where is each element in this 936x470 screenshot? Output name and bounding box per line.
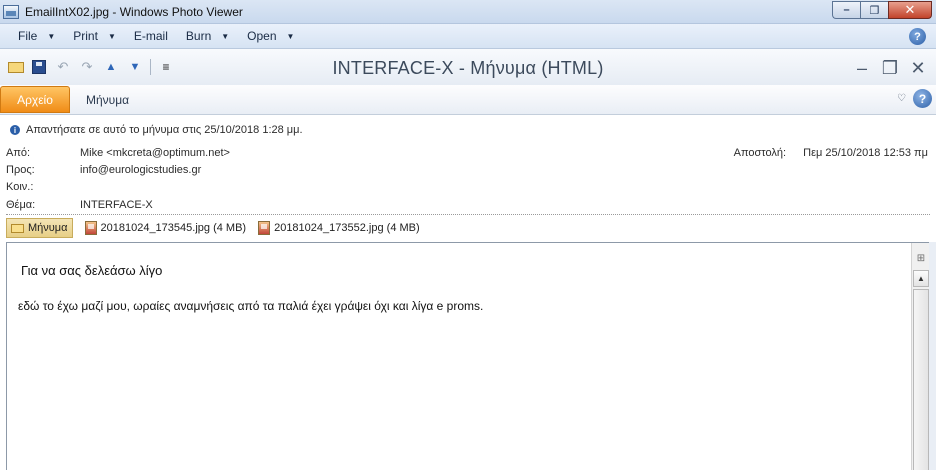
- minimize-icon[interactable]: –: [848, 56, 876, 80]
- envelope-icon: [11, 223, 24, 233]
- message-body[interactable]: Για να σας δελεάσω λίγο εδώ το έχω μαζί …: [6, 242, 929, 470]
- expand-ribbon-icon[interactable]: ♡: [897, 93, 906, 104]
- message-chip[interactable]: Μήνυμα: [6, 218, 73, 238]
- message-chip-label: Μήνυμα: [28, 222, 68, 234]
- menu-open-label: Open: [247, 29, 277, 43]
- vertical-scrollbar[interactable]: ⊞ ▲: [911, 243, 929, 470]
- menu-email-label: E-mail: [133, 29, 168, 43]
- to-label: Προς:: [6, 164, 35, 176]
- info-icon: i: [10, 125, 20, 135]
- sent-info: Αποστολή: Πεμ 25/10/2018 12:53 πμ: [734, 147, 928, 159]
- scroll-up-arrow-icon[interactable]: ▲: [913, 270, 929, 287]
- message-window-controls: – ❐ ✕: [848, 56, 932, 80]
- scrollbar-thumb[interactable]: [913, 289, 929, 470]
- subject-value: INTERFACE-X: [80, 199, 153, 211]
- image-file-icon: [258, 221, 271, 235]
- from-value[interactable]: Mike <mkcreta@optimum.net>: [80, 147, 230, 159]
- chevron-down-icon: ▼: [286, 31, 295, 41]
- attachment-size: (4 MB): [386, 222, 420, 234]
- menu-burn[interactable]: Burn ▼: [176, 24, 237, 49]
- minimize-button[interactable]: –: [832, 1, 860, 19]
- reply-info-text: Απαντήσατε σε αυτό το μήνυμα στις 25/10/…: [26, 124, 303, 136]
- chevron-down-icon: ▼: [107, 31, 116, 41]
- cc-label: Κοιν.:: [6, 181, 34, 193]
- sent-value: Πεμ 25/10/2018 12:53 πμ: [803, 147, 928, 159]
- chevron-down-icon: ▼: [221, 31, 230, 41]
- body-text-line: Για να σας δελεάσω λίγο: [21, 263, 163, 278]
- help-icon[interactable]: ?: [913, 89, 932, 108]
- viewer-menu-bar: File ▼ Print ▼ E-mail Burn ▼ Open ▼ ?: [0, 24, 936, 49]
- attachment-item[interactable]: 20181024_173552.jpg (4 MB): [258, 218, 420, 238]
- header-divider: [6, 214, 930, 215]
- body-text-line: εδώ το έχω μαζί μου, ωραίες αναμνήσεις α…: [18, 299, 484, 313]
- attachment-item[interactable]: 20181024_173545.jpg (4 MB): [84, 218, 247, 238]
- close-icon[interactable]: ✕: [904, 56, 932, 80]
- menu-print-label: Print: [73, 29, 98, 43]
- from-label: Από:: [6, 147, 31, 159]
- tab-file[interactable]: Αρχείο: [0, 86, 70, 113]
- ruler-icon[interactable]: ⊞: [913, 251, 929, 265]
- tab-message[interactable]: Μήνυμα: [86, 93, 129, 107]
- ribbon-bar: Αρχείο Μήνυμα ♡ ?: [0, 85, 936, 115]
- help-icon[interactable]: ?: [909, 28, 926, 45]
- to-value[interactable]: info@eurologicstudies.gr: [80, 164, 201, 176]
- attachment-bar: Μήνυμα 20181024_173545.jpg (4 MB) 201810…: [6, 217, 432, 239]
- subject-label: Θέμα:: [6, 199, 36, 211]
- menu-open[interactable]: Open ▼: [237, 24, 302, 49]
- sent-label: Αποστολή:: [733, 147, 787, 159]
- window-title: EmailIntX02.jpg - Windows Photo Viewer: [25, 4, 243, 19]
- reply-info-bar: i Απαντήσατε σε αυτό το μήνυμα στις 25/1…: [10, 124, 303, 136]
- menu-file[interactable]: File ▼: [0, 24, 63, 49]
- photo-viewer-icon: [3, 4, 19, 19]
- maximize-button[interactable]: ❐: [860, 1, 888, 19]
- menu-burn-label: Burn: [185, 29, 212, 43]
- window-edge: [929, 242, 936, 470]
- chevron-down-icon: ▼: [47, 31, 56, 41]
- menu-email[interactable]: E-mail: [124, 24, 176, 49]
- image-file-icon: [84, 221, 97, 235]
- attachment-size: (4 MB): [213, 222, 247, 234]
- menu-print[interactable]: Print ▼: [63, 24, 124, 49]
- close-button[interactable]: ✕: [888, 1, 932, 19]
- menu-file-label: File: [18, 29, 38, 43]
- attachment-name: 20181024_173545.jpg: [100, 222, 211, 234]
- restore-icon[interactable]: ❐: [876, 56, 904, 80]
- message-window-title: INTERFACE-X - Μήνυμα (HTML): [332, 58, 604, 78]
- attachment-name: 20181024_173552.jpg: [274, 222, 384, 234]
- title-bar: EmailIntX02.jpg - Windows Photo Viewer –…: [0, 0, 936, 24]
- window-controls: – ❐ ✕: [832, 1, 932, 19]
- message-header: i Απαντήσατε σε αυτό το μήνυμα στις 25/1…: [0, 116, 936, 242]
